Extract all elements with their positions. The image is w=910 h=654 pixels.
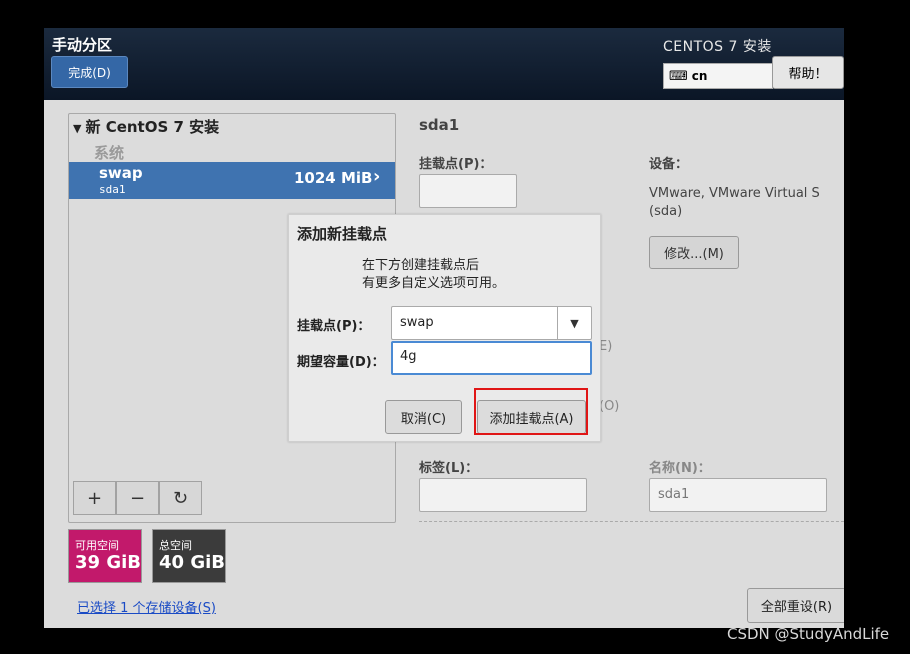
highlight-box [474, 388, 588, 435]
remove-partition-button[interactable]: − [116, 481, 159, 515]
installer-screen: 手动分区 完成(D) CENTOS 7 安装 ⌨ cn 帮助！ ▼ 新 CentO… [44, 28, 844, 628]
refresh-icon[interactable]: ↻ [159, 481, 202, 515]
mount-point-label: 挂载点(P)： [419, 157, 493, 172]
dialog-desc-line1: 在下方创建挂载点后 [362, 258, 480, 273]
name-field[interactable]: sda1 [649, 478, 827, 512]
device-value: VMware, VMware Virtual S (sda) [649, 186, 820, 219]
desired-capacity-input[interactable]: 4g [391, 341, 592, 375]
device-label: 设备： [649, 157, 689, 172]
partition-title: sda1 [419, 116, 460, 134]
storage-devices-link[interactable]: 已选择 1 个存储设备(S) [77, 597, 216, 616]
keyboard-layout-label: cn [691, 69, 708, 83]
partial-label-o: (O) [599, 399, 620, 414]
mount-point-field[interactable] [419, 174, 517, 208]
tag-field[interactable] [419, 478, 587, 512]
chevron-down-icon[interactable]: ▼ [557, 307, 591, 339]
desired-capacity-value: 4g [400, 349, 417, 364]
keyboard-icon: ⌨ [669, 68, 688, 84]
add-partition-button[interactable]: + [73, 481, 116, 515]
header-bar: 手动分区 完成(D) CENTOS 7 安装 ⌨ cn 帮助！ [44, 28, 844, 100]
modify-button[interactable]: 修改...(M) [649, 236, 739, 269]
cancel-button[interactable]: 取消(C) [385, 400, 462, 434]
mount-name: swap [99, 164, 143, 182]
dialog-description: 在下方创建挂载点后 有更多自定义选项可用。 [362, 257, 505, 293]
mount-device: sda1 [99, 183, 126, 196]
keyboard-layout-selector[interactable]: ⌨ cn [663, 63, 773, 89]
total-space-badge: 总空间 40 GiB [152, 529, 226, 583]
available-space-label: 可用空间 [75, 539, 119, 552]
dialog-mount-label: 挂载点(P)： [297, 319, 371, 334]
expand-arrow-icon[interactable]: ▼ [73, 122, 81, 135]
total-space-label: 总空间 [159, 539, 192, 552]
mount-size: 1024 MiB [294, 169, 373, 187]
group-label-system: 系统 [94, 144, 125, 162]
dialog-desc-line2: 有更多自定义选项可用。 [362, 276, 506, 291]
dialog-capacity-label: 期望容量(D)： [297, 355, 385, 370]
list-item-swap[interactable]: swap sda1 1024 MiB › [69, 162, 395, 199]
name-label: 名称(N)： [649, 461, 711, 476]
name-field-value: sda1 [658, 487, 690, 502]
page-title: 手动分区 [52, 36, 113, 54]
total-space-value: 40 GiB [159, 552, 225, 573]
os-title: CENTOS 7 安装 [663, 39, 772, 55]
reset-all-button[interactable]: 全部重设(R) [747, 588, 844, 623]
done-button[interactable]: 完成(D) [51, 56, 128, 88]
dialog-title: 添加新挂载点 [297, 225, 388, 243]
chevron-right-icon: › [373, 166, 381, 187]
tree-root[interactable]: ▼ 新 CentOS 7 安装 [73, 116, 219, 137]
tag-label: 标签(L)： [419, 461, 479, 476]
divider [419, 521, 844, 522]
tree-root-label: 新 CentOS 7 安装 [85, 118, 220, 136]
mount-point-combo-value: swap [400, 315, 434, 330]
watermark: CSDN @StudyAndLife [727, 625, 890, 643]
mount-point-combobox[interactable]: swap ▼ [391, 306, 592, 340]
help-button[interactable]: 帮助！ [772, 56, 844, 89]
available-space-badge: 可用空间 39 GiB [68, 529, 142, 583]
partition-toolbar: + − ↻ [73, 481, 202, 515]
available-space-value: 39 GiB [75, 552, 141, 573]
